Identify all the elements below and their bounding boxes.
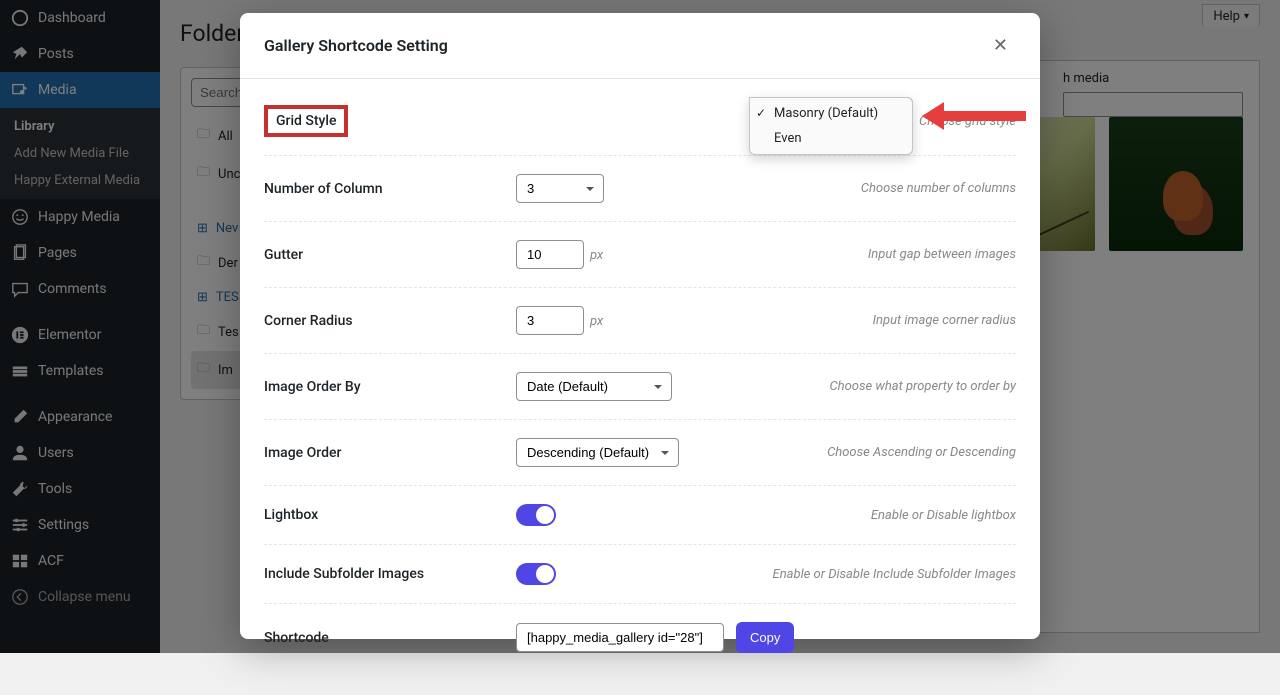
grid-style-dropdown: Masonry (Default) Even: [749, 97, 913, 155]
modal-overlay: Gallery Shortcode Setting ✕ Grid Style C…: [0, 0, 1280, 653]
gutter-label: Gutter: [264, 247, 516, 263]
modal-close-button[interactable]: ✕: [985, 31, 1016, 60]
order-label: Image Order: [264, 445, 516, 461]
setting-row-num-col: Number of Column 3 Choose number of colu…: [264, 156, 1016, 222]
lightbox-label: Lightbox: [264, 507, 516, 523]
corner-hint: Input image corner radius: [603, 313, 1016, 328]
setting-row-order-by: Image Order By Date (Default) Choose wha…: [264, 354, 1016, 420]
lightbox-toggle[interactable]: [516, 504, 556, 526]
modal-body: Grid Style Choose grid style Number of C…: [240, 79, 1040, 695]
setting-row-gutter: Gutter px Input gap between images: [264, 222, 1016, 288]
setting-row-corner: Corner Radius px Input image corner radi…: [264, 288, 1016, 354]
gutter-unit: px: [590, 248, 603, 263]
gallery-shortcode-modal: Gallery Shortcode Setting ✕ Grid Style C…: [240, 13, 1040, 639]
grid-style-label: Grid Style: [264, 105, 348, 137]
corner-input[interactable]: [516, 306, 584, 335]
setting-row-order: Image Order Descending (Default) Choose …: [264, 420, 1016, 486]
subfolder-hint: Enable or Disable Include Subfolder Imag…: [556, 567, 1016, 582]
copy-button[interactable]: Copy: [736, 622, 794, 653]
gutter-input[interactable]: [516, 240, 584, 269]
gutter-hint: Input gap between images: [603, 247, 1016, 262]
grid-style-option-masonry[interactable]: Masonry (Default): [750, 101, 912, 126]
lightbox-hint: Enable or Disable lightbox: [556, 508, 1016, 523]
order-hint: Choose Ascending or Descending: [679, 445, 1016, 460]
order-by-hint: Choose what property to order by: [672, 379, 1016, 394]
subfolder-toggle[interactable]: [516, 563, 556, 585]
shortcode-label: Shortcode: [264, 630, 516, 646]
setting-row-shortcode: Shortcode Copy: [264, 604, 1016, 671]
modal-header: Gallery Shortcode Setting ✕: [240, 13, 1040, 79]
order-select[interactable]: Descending (Default): [516, 438, 679, 467]
num-col-select[interactable]: 3: [516, 174, 604, 203]
setting-row-lightbox: Lightbox Enable or Disable lightbox: [264, 486, 1016, 545]
setting-row-subfolder: Include Subfolder Images Enable or Disab…: [264, 545, 1016, 604]
order-by-select[interactable]: Date (Default): [516, 372, 672, 401]
modal-title: Gallery Shortcode Setting: [264, 36, 448, 55]
grid-style-option-even[interactable]: Even: [750, 126, 912, 151]
corner-unit: px: [590, 314, 603, 329]
num-col-label: Number of Column: [264, 181, 516, 197]
num-col-hint: Choose number of columns: [604, 181, 1016, 196]
order-by-label: Image Order By: [264, 379, 516, 395]
corner-label: Corner Radius: [264, 313, 516, 329]
shortcode-input[interactable]: [516, 623, 724, 652]
subfolder-label: Include Subfolder Images: [264, 566, 516, 582]
